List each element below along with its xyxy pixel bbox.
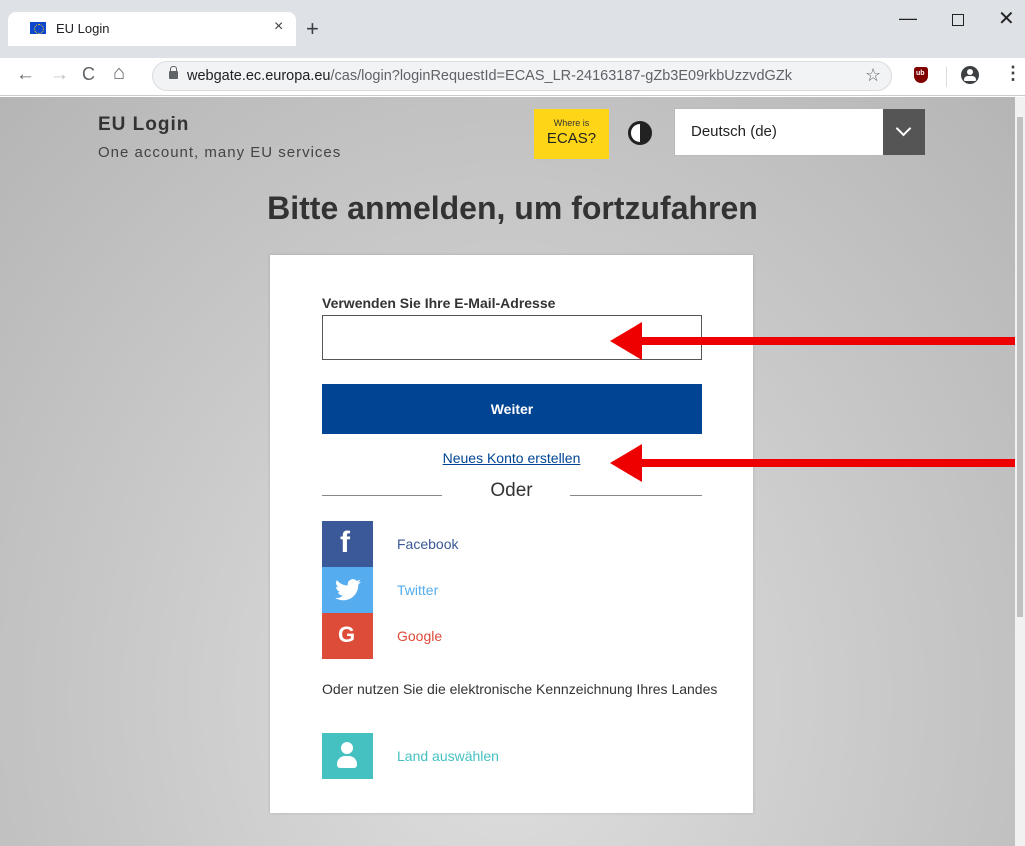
continue-button[interactable]: Weiter [322,384,702,434]
user-icon[interactable] [322,733,373,779]
scrollbar-thumb[interactable] [1017,117,1023,617]
twitter-login-link[interactable]: Twitter [397,582,438,598]
maximize-button[interactable] [952,14,964,26]
tab-title: EU Login [56,21,110,36]
home-button[interactable]: ⌂ [113,62,125,85]
window-close-button[interactable]: ✕ [998,6,1015,31]
menu-icon[interactable]: ⋮ [1004,63,1022,84]
ecas-badge-line2: ECAS? [546,130,597,147]
annotation-arrow-email [610,322,1015,360]
twitter-icon[interactable] [322,567,373,613]
language-value: Deutsch (de) [691,123,777,140]
address-bar[interactable]: webgate.ec.europa.eu/cas/login?loginRequ… [152,61,892,91]
url-host: webgate.ec.europa.eu [187,68,331,84]
twitter-bird-shape [335,579,361,601]
browser-tabstrip: EU Login × + — ✕ [0,0,1025,58]
brand-subtitle: One account, many EU services [98,144,342,161]
email-label: Verwenden Sie Ihre E-Mail-Adresse [322,295,556,311]
select-country-link[interactable]: Land auswählen [397,748,499,764]
facebook-icon[interactable] [322,521,373,567]
ublock-icon[interactable] [914,67,928,83]
ecas-badge-line1: Where is [553,118,590,128]
brand-title[interactable]: EU Login [98,114,189,136]
google-icon[interactable] [322,613,373,659]
where-is-ecas-button[interactable]: Where is ECAS? [534,109,609,159]
contrast-icon[interactable] [628,121,652,145]
star-icon[interactable]: ☆ [865,65,881,86]
browser-tab[interactable]: EU Login × [8,12,296,46]
forward-button[interactable]: → [50,64,69,86]
page-viewport: EU Login One account, many EU services W… [0,97,1015,846]
page-scrollbar[interactable] [1015,97,1025,846]
chevron-down-icon[interactable] [883,109,925,155]
browser-toolbar: ← → C ⌂ webgate.ec.europa.eu/cas/login?l… [0,58,1025,96]
tab-close-icon[interactable]: × [274,18,283,36]
reload-button[interactable]: C [82,64,95,85]
divider-right [570,495,702,496]
url-path: /cas/login?loginRequestId=ECAS_LR-241631… [330,68,792,84]
annotation-arrow-create-account [610,444,1015,482]
toolbar-separator [946,67,947,87]
eid-description: Oder nutzen Sie die elektronische Kennze… [322,681,718,697]
lock-icon[interactable] [169,66,178,79]
or-separator: Oder [490,480,533,501]
profile-icon[interactable] [961,66,979,84]
page-title: Bitte anmelden, um fortzufahren [267,190,758,226]
google-login-link[interactable]: Google [397,628,442,644]
url-text[interactable]: webgate.ec.europa.eu/cas/login?loginRequ… [187,68,855,84]
minimize-button[interactable]: — [899,8,917,29]
eu-flag-icon [30,22,46,34]
language-select[interactable]: Deutsch (de) [674,108,926,156]
new-tab-button[interactable]: + [306,18,319,40]
facebook-login-link[interactable]: Facebook [397,536,458,552]
back-button[interactable]: ← [16,64,35,86]
